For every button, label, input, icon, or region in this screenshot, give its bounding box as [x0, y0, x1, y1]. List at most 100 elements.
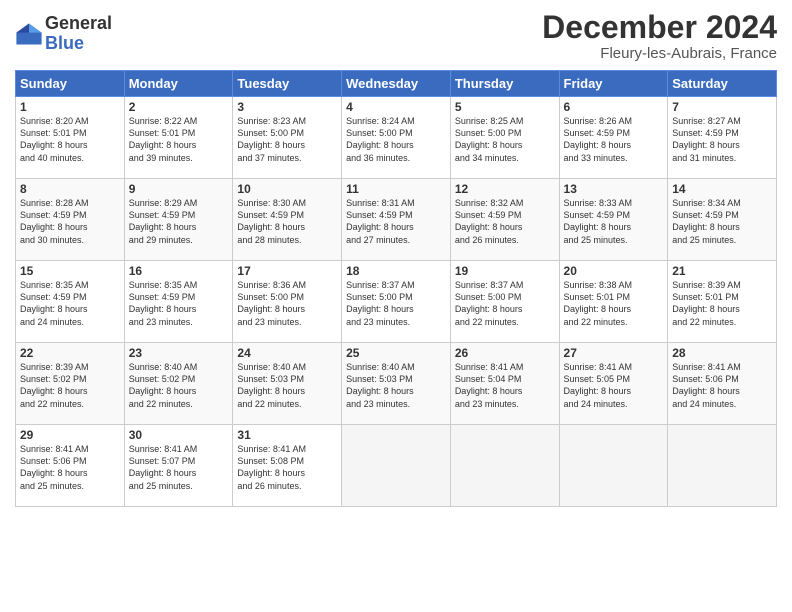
day-number: 28	[672, 346, 772, 360]
calendar-cell: 17Sunrise: 8:36 AM Sunset: 5:00 PM Dayli…	[233, 261, 342, 343]
calendar-cell: 27Sunrise: 8:41 AM Sunset: 5:05 PM Dayli…	[559, 343, 668, 425]
day-number: 14	[672, 182, 772, 196]
calendar-cell: 26Sunrise: 8:41 AM Sunset: 5:04 PM Dayli…	[450, 343, 559, 425]
day-number: 8	[20, 182, 120, 196]
header-day-monday: Monday	[124, 71, 233, 97]
day-number: 23	[129, 346, 229, 360]
calendar-cell	[342, 425, 451, 507]
day-info: Sunrise: 8:34 AM Sunset: 4:59 PM Dayligh…	[672, 197, 772, 246]
header-day-friday: Friday	[559, 71, 668, 97]
day-info: Sunrise: 8:41 AM Sunset: 5:08 PM Dayligh…	[237, 443, 337, 492]
calendar-cell: 11Sunrise: 8:31 AM Sunset: 4:59 PM Dayli…	[342, 179, 451, 261]
day-number: 25	[346, 346, 446, 360]
day-info: Sunrise: 8:38 AM Sunset: 5:01 PM Dayligh…	[564, 279, 664, 328]
day-number: 13	[564, 182, 664, 196]
day-number: 20	[564, 264, 664, 278]
calendar-cell: 8Sunrise: 8:28 AM Sunset: 4:59 PM Daylig…	[16, 179, 125, 261]
day-info: Sunrise: 8:23 AM Sunset: 5:00 PM Dayligh…	[237, 115, 337, 164]
calendar-cell: 20Sunrise: 8:38 AM Sunset: 5:01 PM Dayli…	[559, 261, 668, 343]
calendar-cell	[450, 425, 559, 507]
header-day-saturday: Saturday	[668, 71, 777, 97]
day-info: Sunrise: 8:39 AM Sunset: 5:02 PM Dayligh…	[20, 361, 120, 410]
header-row: SundayMondayTuesdayWednesdayThursdayFrid…	[16, 71, 777, 97]
main-container: General Blue December 2024 Fleury-les-Au…	[0, 0, 792, 517]
day-number: 22	[20, 346, 120, 360]
calendar-cell: 30Sunrise: 8:41 AM Sunset: 5:07 PM Dayli…	[124, 425, 233, 507]
calendar-cell: 18Sunrise: 8:37 AM Sunset: 5:00 PM Dayli…	[342, 261, 451, 343]
day-number: 27	[564, 346, 664, 360]
week-row-1: 1Sunrise: 8:20 AM Sunset: 5:01 PM Daylig…	[16, 97, 777, 179]
day-number: 31	[237, 428, 337, 442]
calendar-cell: 3Sunrise: 8:23 AM Sunset: 5:00 PM Daylig…	[233, 97, 342, 179]
day-number: 7	[672, 100, 772, 114]
day-info: Sunrise: 8:22 AM Sunset: 5:01 PM Dayligh…	[129, 115, 229, 164]
day-info: Sunrise: 8:35 AM Sunset: 4:59 PM Dayligh…	[20, 279, 120, 328]
day-info: Sunrise: 8:26 AM Sunset: 4:59 PM Dayligh…	[564, 115, 664, 164]
header-day-wednesday: Wednesday	[342, 71, 451, 97]
calendar-cell: 14Sunrise: 8:34 AM Sunset: 4:59 PM Dayli…	[668, 179, 777, 261]
day-number: 11	[346, 182, 446, 196]
day-number: 18	[346, 264, 446, 278]
day-info: Sunrise: 8:40 AM Sunset: 5:02 PM Dayligh…	[129, 361, 229, 410]
day-info: Sunrise: 8:41 AM Sunset: 5:04 PM Dayligh…	[455, 361, 555, 410]
title-area: December 2024 Fleury-les-Aubrais, France	[542, 10, 777, 62]
day-number: 26	[455, 346, 555, 360]
day-info: Sunrise: 8:32 AM Sunset: 4:59 PM Dayligh…	[455, 197, 555, 246]
day-info: Sunrise: 8:27 AM Sunset: 4:59 PM Dayligh…	[672, 115, 772, 164]
calendar-cell: 10Sunrise: 8:30 AM Sunset: 4:59 PM Dayli…	[233, 179, 342, 261]
day-info: Sunrise: 8:37 AM Sunset: 5:00 PM Dayligh…	[455, 279, 555, 328]
day-info: Sunrise: 8:29 AM Sunset: 4:59 PM Dayligh…	[129, 197, 229, 246]
calendar-cell	[668, 425, 777, 507]
day-info: Sunrise: 8:36 AM Sunset: 5:00 PM Dayligh…	[237, 279, 337, 328]
calendar-cell: 23Sunrise: 8:40 AM Sunset: 5:02 PM Dayli…	[124, 343, 233, 425]
week-row-5: 29Sunrise: 8:41 AM Sunset: 5:06 PM Dayli…	[16, 425, 777, 507]
logo-text-blue: Blue	[45, 34, 112, 54]
calendar-table: SundayMondayTuesdayWednesdayThursdayFrid…	[15, 70, 777, 507]
calendar-cell: 24Sunrise: 8:40 AM Sunset: 5:03 PM Dayli…	[233, 343, 342, 425]
day-info: Sunrise: 8:20 AM Sunset: 5:01 PM Dayligh…	[20, 115, 120, 164]
calendar-cell: 13Sunrise: 8:33 AM Sunset: 4:59 PM Dayli…	[559, 179, 668, 261]
day-number: 9	[129, 182, 229, 196]
day-info: Sunrise: 8:41 AM Sunset: 5:06 PM Dayligh…	[672, 361, 772, 410]
calendar-cell: 21Sunrise: 8:39 AM Sunset: 5:01 PM Dayli…	[668, 261, 777, 343]
day-number: 1	[20, 100, 120, 114]
location: Fleury-les-Aubrais, France	[542, 45, 777, 62]
calendar-cell: 1Sunrise: 8:20 AM Sunset: 5:01 PM Daylig…	[16, 97, 125, 179]
day-number: 2	[129, 100, 229, 114]
calendar-cell: 16Sunrise: 8:35 AM Sunset: 4:59 PM Dayli…	[124, 261, 233, 343]
day-info: Sunrise: 8:31 AM Sunset: 4:59 PM Dayligh…	[346, 197, 446, 246]
calendar-cell: 6Sunrise: 8:26 AM Sunset: 4:59 PM Daylig…	[559, 97, 668, 179]
month-title: December 2024	[542, 10, 777, 45]
day-info: Sunrise: 8:39 AM Sunset: 5:01 PM Dayligh…	[672, 279, 772, 328]
day-info: Sunrise: 8:24 AM Sunset: 5:00 PM Dayligh…	[346, 115, 446, 164]
calendar-cell	[559, 425, 668, 507]
day-info: Sunrise: 8:25 AM Sunset: 5:00 PM Dayligh…	[455, 115, 555, 164]
day-number: 16	[129, 264, 229, 278]
header: General Blue December 2024 Fleury-les-Au…	[15, 10, 777, 62]
day-info: Sunrise: 8:41 AM Sunset: 5:07 PM Dayligh…	[129, 443, 229, 492]
calendar-cell: 9Sunrise: 8:29 AM Sunset: 4:59 PM Daylig…	[124, 179, 233, 261]
header-day-tuesday: Tuesday	[233, 71, 342, 97]
logo-icon	[15, 20, 43, 48]
day-number: 10	[237, 182, 337, 196]
day-info: Sunrise: 8:40 AM Sunset: 5:03 PM Dayligh…	[237, 361, 337, 410]
day-number: 17	[237, 264, 337, 278]
day-info: Sunrise: 8:41 AM Sunset: 5:06 PM Dayligh…	[20, 443, 120, 492]
day-info: Sunrise: 8:40 AM Sunset: 5:03 PM Dayligh…	[346, 361, 446, 410]
calendar-cell: 31Sunrise: 8:41 AM Sunset: 5:08 PM Dayli…	[233, 425, 342, 507]
calendar-cell: 22Sunrise: 8:39 AM Sunset: 5:02 PM Dayli…	[16, 343, 125, 425]
day-number: 3	[237, 100, 337, 114]
day-number: 15	[20, 264, 120, 278]
day-info: Sunrise: 8:30 AM Sunset: 4:59 PM Dayligh…	[237, 197, 337, 246]
week-row-4: 22Sunrise: 8:39 AM Sunset: 5:02 PM Dayli…	[16, 343, 777, 425]
week-row-2: 8Sunrise: 8:28 AM Sunset: 4:59 PM Daylig…	[16, 179, 777, 261]
logo: General Blue	[15, 14, 112, 54]
day-number: 4	[346, 100, 446, 114]
day-number: 19	[455, 264, 555, 278]
day-info: Sunrise: 8:35 AM Sunset: 4:59 PM Dayligh…	[129, 279, 229, 328]
calendar-cell: 19Sunrise: 8:37 AM Sunset: 5:00 PM Dayli…	[450, 261, 559, 343]
calendar-cell: 2Sunrise: 8:22 AM Sunset: 5:01 PM Daylig…	[124, 97, 233, 179]
calendar-cell: 12Sunrise: 8:32 AM Sunset: 4:59 PM Dayli…	[450, 179, 559, 261]
logo-text-general: General	[45, 14, 112, 34]
day-info: Sunrise: 8:41 AM Sunset: 5:05 PM Dayligh…	[564, 361, 664, 410]
